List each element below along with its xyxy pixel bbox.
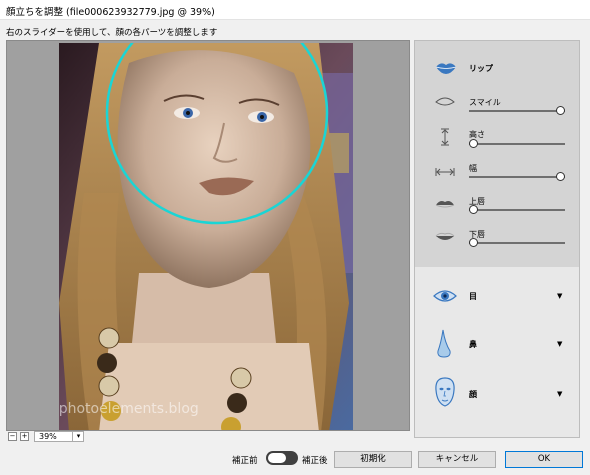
face-icon (435, 377, 455, 407)
smile-slider-thumb[interactable] (556, 106, 565, 115)
height-slider-thumb[interactable] (469, 139, 478, 148)
section-eye[interactable]: 目 ▼ (415, 281, 579, 315)
upper-lip-slider-thumb[interactable] (469, 205, 478, 214)
height-slider[interactable] (469, 139, 565, 149)
preview-canvas[interactable]: photo-photoelements.blog (6, 40, 410, 431)
upper-lip-slider[interactable] (469, 205, 565, 215)
section-nose[interactable]: 鼻 ▼ (415, 327, 579, 361)
zoom-in-button[interactable]: + (20, 432, 29, 441)
face-label: 顔 (469, 390, 477, 399)
chevron-down-icon: ▼ (557, 340, 563, 348)
lip-section-title: リップ (469, 64, 493, 73)
after-label: 補正後 (302, 456, 328, 466)
before-label: 補正前 (232, 456, 258, 466)
instruction-text: 右のスライダーを使用して、顔の各パーツを調整します (6, 28, 218, 38)
watermark-text: photo-photoelements.blog (59, 401, 199, 417)
cancel-button[interactable]: キャンセル (418, 451, 496, 468)
zoom-value: 39% (39, 432, 57, 441)
zoom-out-button[interactable]: − (8, 432, 17, 441)
nose-icon (437, 329, 451, 358)
lips-icon (435, 63, 457, 74)
lower-lip-slider[interactable] (469, 238, 565, 248)
upper-lip-icon (435, 201, 455, 208)
chevron-down-icon: ▼ (557, 390, 563, 398)
adjust-panel: リップ スマイル 高さ 幅 上唇 下唇 目 ▼ 鼻 ▼ 顔 ▼ (414, 40, 580, 438)
chevron-down-icon: ▼ (557, 292, 563, 300)
smile-lips-icon (435, 97, 455, 106)
lower-lip-slider-thumb[interactable] (469, 238, 478, 247)
reset-button[interactable]: 初期化 (334, 451, 412, 468)
toggle-knob (268, 453, 286, 463)
ok-button[interactable]: OK (505, 451, 583, 468)
width-arrows-icon (435, 168, 455, 176)
mannequin-image (59, 43, 353, 430)
height-arrows-icon (441, 128, 449, 146)
width-slider-thumb[interactable] (556, 172, 565, 181)
nose-label: 鼻 (469, 340, 477, 349)
smile-slider[interactable] (469, 106, 565, 116)
width-slider[interactable] (469, 172, 565, 182)
section-face[interactable]: 顔 ▼ (415, 377, 579, 411)
lip-section: リップ スマイル 高さ 幅 上唇 下唇 (415, 41, 579, 267)
title-bar: 顔立ちを調整 (file000623932779.jpg @ 39%) (0, 0, 590, 20)
eye-label: 目 (469, 292, 477, 301)
zoom-dropdown[interactable]: ▾ (72, 431, 84, 442)
lower-lip-icon (435, 232, 455, 240)
preview-photo[interactable]: photo-photoelements.blog (59, 43, 353, 430)
panel-scrollbar[interactable] (580, 40, 588, 438)
eye-icon (433, 290, 457, 302)
zoom-bar: − + 39% ▾ (6, 431, 410, 443)
window-title: 顔立ちを調整 (file000623932779.jpg @ 39%) (6, 7, 215, 18)
before-after-toggle[interactable] (266, 451, 298, 465)
